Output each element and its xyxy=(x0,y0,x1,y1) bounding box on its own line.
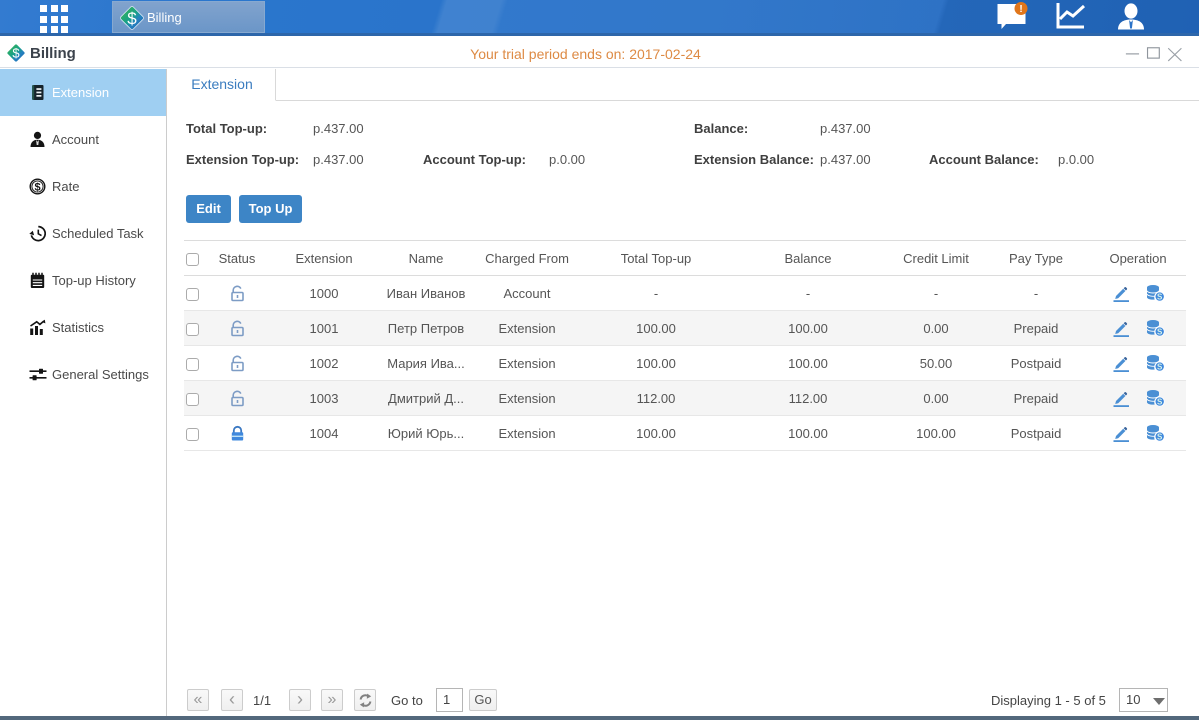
svg-text:S: S xyxy=(1157,363,1163,372)
svg-text:$: $ xyxy=(127,9,137,28)
svg-text:S: S xyxy=(1157,398,1163,407)
svg-text:S: S xyxy=(1157,433,1163,442)
svg-text:$: $ xyxy=(34,181,40,193)
svg-text:S: S xyxy=(1157,328,1163,337)
svg-text:!: ! xyxy=(1019,4,1022,15)
svg-text:S: S xyxy=(1157,293,1163,302)
